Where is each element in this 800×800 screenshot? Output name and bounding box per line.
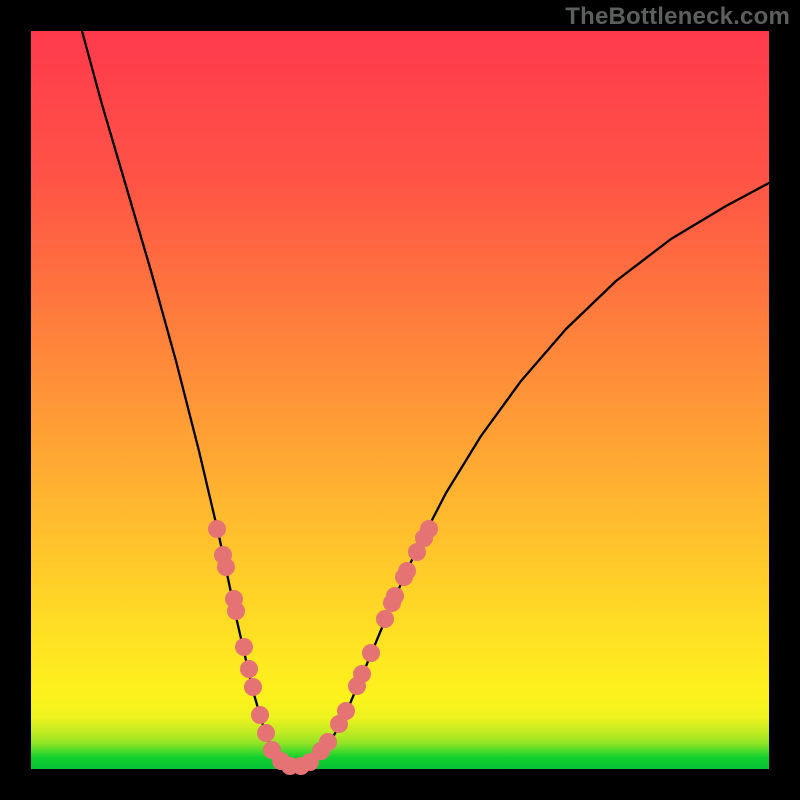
watermark-text: TheBottleneck.com [565,3,790,31]
data-dot [227,602,245,620]
data-dot [208,520,226,538]
data-dot [337,702,355,720]
plot-area [31,31,769,769]
data-dot [420,520,438,538]
data-dot [257,724,275,742]
data-dot [235,638,253,656]
data-dot [386,587,404,605]
data-dot [362,644,380,662]
bottleneck-curve [82,31,769,767]
data-dot [244,678,262,696]
curve-group [82,31,769,767]
chart-svg [31,31,769,769]
data-dot [376,610,394,628]
dots-group [208,520,438,775]
data-dot [353,665,371,683]
chart-frame: TheBottleneck.com [0,0,800,800]
data-dot [251,706,269,724]
data-dot [240,660,258,678]
data-dot [319,733,337,751]
data-dot [398,562,416,580]
data-dot [217,558,235,576]
